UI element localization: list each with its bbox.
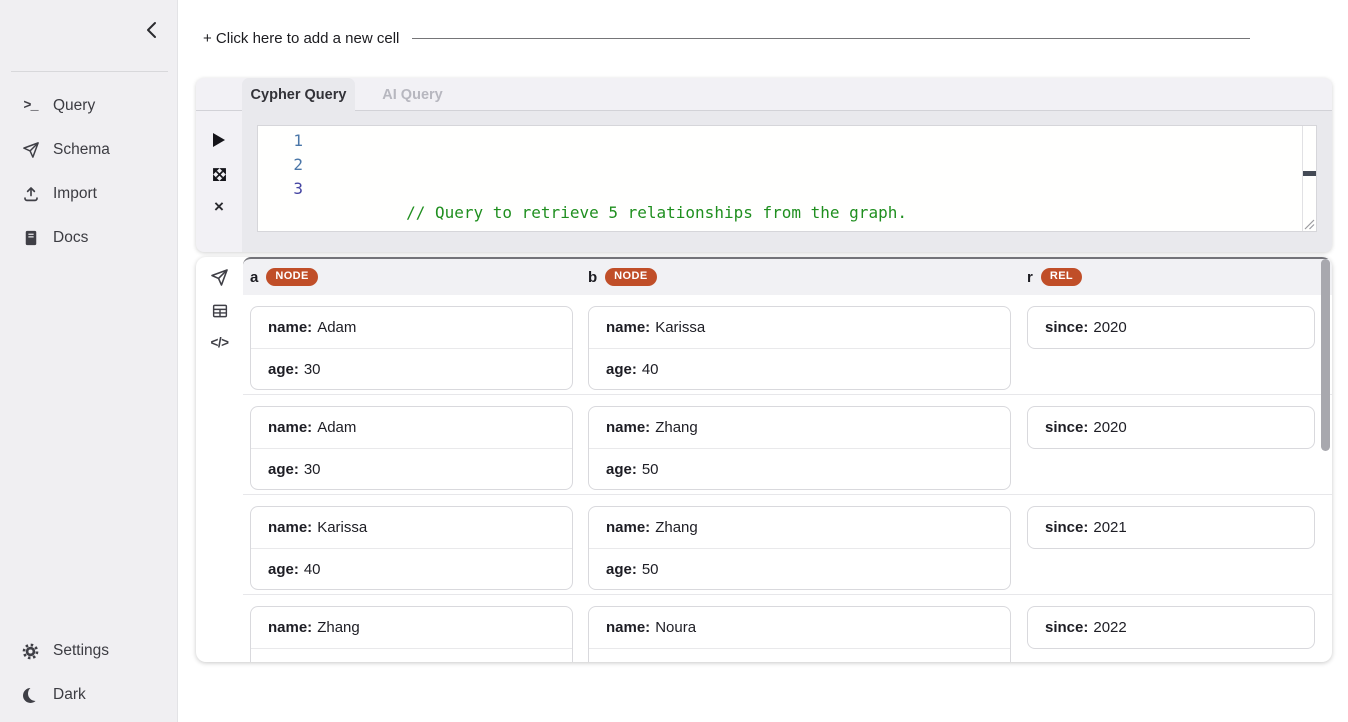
results-scrollbar-thumb[interactable] (1321, 259, 1330, 451)
editor-scrollbar-track (1302, 126, 1303, 231)
column-header-b: b NODE (588, 259, 657, 295)
moon-icon (21, 686, 40, 705)
sidebar: >_ Query Schema Import (0, 0, 178, 722)
add-cell-divider-line (412, 38, 1250, 39)
node-badge: NODE (266, 268, 317, 286)
editor-scrollbar-thumb[interactable] (1303, 171, 1316, 176)
sidebar-divider (11, 71, 168, 72)
rel-cell-r: since:2020 (1027, 306, 1315, 349)
node-cell-b: name:Zhang age:50 (588, 506, 1011, 590)
tab-ai-query[interactable]: AI Query (355, 78, 470, 111)
sidebar-item-settings[interactable]: Settings (0, 641, 177, 661)
results-rows: name:Adam age:30 name:Karissa age:40 sin… (243, 295, 1332, 662)
sidebar-item-label: Query (53, 97, 95, 115)
book-icon (21, 229, 40, 248)
node-cell-b: name:Noura (588, 606, 1011, 662)
node-cell-a: name:Adam age:30 (250, 406, 573, 490)
sidebar-nav: >_ Query Schema Import (0, 96, 177, 248)
editor-line-numbers: 1 2 3 (258, 126, 316, 231)
paper-plane-icon (210, 268, 229, 287)
delete-cell-button[interactable]: × (196, 194, 242, 218)
rel-cell-r: since:2020 (1027, 406, 1315, 449)
add-cell-row[interactable]: + Click here to add a new cell (203, 27, 1250, 49)
run-query-button[interactable] (196, 128, 242, 152)
sidebar-item-dark-mode[interactable]: Dark (0, 685, 177, 705)
node-badge: NODE (605, 268, 656, 286)
close-icon: × (214, 198, 224, 215)
paper-plane-icon (21, 141, 40, 160)
sidebar-collapse-button[interactable] (144, 21, 160, 39)
upload-icon (21, 185, 40, 204)
sidebar-item-label: Docs (53, 229, 88, 247)
table-view-button[interactable] (196, 297, 243, 325)
play-icon (212, 132, 226, 148)
terminal-prompt-icon: >_ (21, 97, 40, 116)
tab-cypher-query[interactable]: Cypher Query (242, 78, 355, 112)
code-line-1: // Query to retrieve 5 relationships fro… (329, 177, 1300, 201)
code-view-button[interactable]: </> (196, 328, 243, 356)
query-cell-card: Cypher Query AI Query × 1 2 3 // Query t… (196, 78, 1332, 252)
node-cell-a: name:Adam age:30 (250, 306, 573, 390)
graph-view-button[interactable] (196, 263, 243, 291)
node-cell-b: name:Karissa age:40 (588, 306, 1011, 390)
sidebar-item-label: Dark (53, 686, 86, 704)
table-icon (211, 302, 229, 320)
results-header: a NODE b NODE r REL (243, 257, 1332, 295)
result-row: name:Adam age:30 name:Zhang age:50 since… (243, 395, 1332, 495)
rel-cell-r: since:2022 (1027, 606, 1315, 649)
node-cell-b: name:Zhang age:50 (588, 406, 1011, 490)
sidebar-item-docs[interactable]: Docs (0, 228, 177, 248)
sidebar-item-label: Import (53, 185, 97, 203)
result-row: name:Adam age:30 name:Karissa age:40 sin… (243, 295, 1332, 395)
column-header-r: r REL (1027, 259, 1082, 295)
sidebar-item-label: Settings (53, 642, 109, 660)
result-row: name:Zhang name:Noura since:2022 (243, 595, 1332, 662)
expand-cell-button[interactable] (196, 162, 242, 186)
chevron-left-icon (144, 21, 160, 39)
node-cell-a: name:Zhang (250, 606, 573, 662)
add-cell-label: + Click here to add a new cell (203, 30, 399, 47)
result-row: name:Karissa age:40 name:Zhang age:50 si… (243, 495, 1332, 595)
query-results-card: </> a NODE b NODE r REL name:Adam age:30… (196, 257, 1332, 662)
gear-icon (21, 642, 40, 661)
editor-resize-handle[interactable] (1304, 219, 1315, 230)
sidebar-item-label: Schema (53, 141, 110, 159)
sidebar-footer-nav: Settings Dark (0, 641, 177, 705)
sidebar-item-import[interactable]: Import (0, 184, 177, 204)
expand-icon (212, 167, 227, 182)
sidebar-item-schema[interactable]: Schema (0, 140, 177, 160)
code-icon: </> (210, 335, 228, 350)
node-cell-a: name:Karissa age:40 (250, 506, 573, 590)
rel-badge: REL (1041, 268, 1082, 286)
cypher-code-editor[interactable]: 1 2 3 // Query to retrieve 5 relationshi… (257, 125, 1317, 232)
column-header-a: a NODE (250, 259, 318, 295)
sidebar-item-query[interactable]: >_ Query (0, 96, 177, 116)
rel-cell-r: since:2021 (1027, 506, 1315, 549)
